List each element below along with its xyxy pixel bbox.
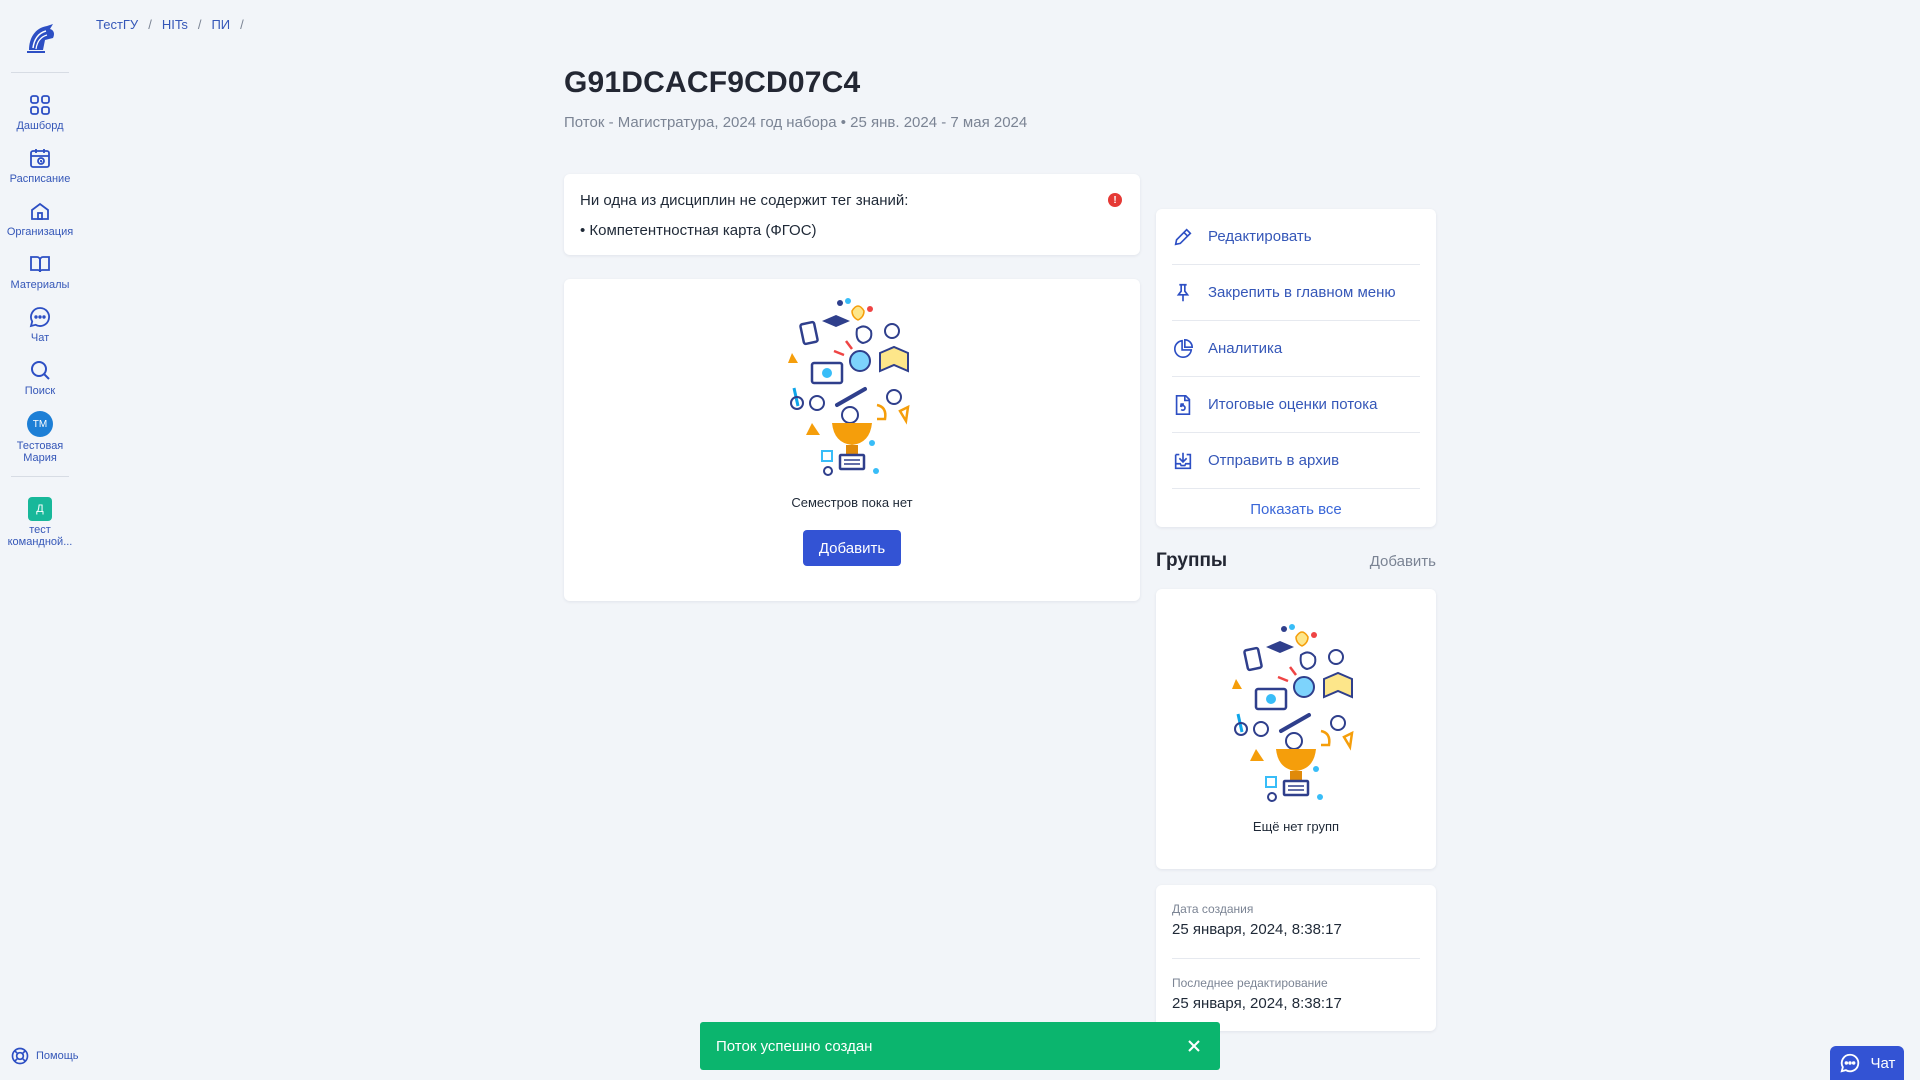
pin-icon (1176, 283, 1190, 301)
action-label: Итоговые оценки потока (1208, 396, 1378, 413)
sidebar-item-dashboard[interactable]: Дашборд (1, 85, 79, 138)
breadcrumb-separator: / (148, 17, 152, 32)
sidebar: Дашборд Расписание Организация Материалы… (0, 0, 80, 1080)
breadcrumb-item[interactable]: HITs (162, 17, 188, 32)
edited-row: Последнее редактирование 25 января, 2024… (1172, 958, 1420, 1031)
grade-document-icon (1175, 394, 1191, 415)
sidebar-item-search[interactable]: Поиск (1, 350, 79, 403)
edited-value: 25 января, 2024, 8:38:17 (1172, 995, 1342, 1012)
breadcrumb-separator: / (240, 17, 244, 32)
created-value: 25 января, 2024, 8:38:17 (1172, 921, 1342, 938)
groups-card: Ещё нет групп (1156, 589, 1436, 869)
action-label: Редактировать (1208, 228, 1312, 245)
sidebar-item-label: Материалы (10, 279, 70, 291)
action-label: Закрепить в главном меню (1208, 284, 1396, 301)
education-illustration (786, 296, 910, 477)
archive-icon (1174, 452, 1192, 469)
warning-item: • Компетентностная карта (ФГОС) (580, 222, 817, 239)
sidebar-user-name: Тестовая Мария (16, 440, 64, 464)
sidebar-item-profile[interactable]: ТМ Тестовая Мария (1, 403, 79, 470)
groups-empty-text: Ещё нет групп (1252, 819, 1340, 834)
close-icon[interactable] (1184, 1036, 1204, 1056)
book-icon (30, 256, 50, 273)
actions-card: Редактировать Закрепить в главном меню А… (1156, 209, 1436, 527)
semesters-card: Семестров пока нет Добавить (564, 279, 1140, 601)
sidebar-item-organization[interactable]: Организация (1, 191, 79, 244)
breadcrumb: ТестГУ / HITs / ПИ / (96, 17, 244, 32)
sidebar-item-team[interactable]: Д тест командной... (1, 489, 79, 554)
action-label: Аналитика (1208, 340, 1283, 357)
sidebar-item-label: Расписание (9, 173, 71, 185)
groups-title: Группы (1156, 550, 1228, 571)
home-icon (31, 202, 49, 220)
chat-icon (1840, 1053, 1859, 1073)
success-toast: Поток успешно создан (700, 1022, 1220, 1070)
spartan-helmet-logo[interactable] (20, 18, 60, 58)
sidebar-item-materials[interactable]: Материалы (1, 244, 79, 297)
help-label: Помощь (36, 1050, 79, 1062)
action-label: Отправить в архив (1208, 452, 1340, 469)
page-title: G91DCACF9CD07C4 (564, 66, 861, 99)
sidebar-item-label: Поиск (24, 385, 56, 397)
add-group-button[interactable]: Добавить (1370, 553, 1436, 570)
toast-text: Поток успешно создан (716, 1037, 873, 1055)
breadcrumb-separator: / (197, 17, 202, 32)
final-grades-action[interactable]: Итоговые оценки потока (1172, 377, 1420, 433)
add-semester-button[interactable]: Добавить (803, 530, 901, 566)
education-illustration (1230, 622, 1354, 803)
semesters-empty-text: Семестров пока нет (791, 495, 913, 510)
knowledge-tag-warning: Ни одна из дисциплин не содержит тег зна… (564, 174, 1140, 255)
chat-button[interactable]: Чат (1830, 1046, 1904, 1080)
sidebar-team-name: тест командной... (7, 524, 73, 548)
help-link[interactable]: Помощь (10, 1046, 79, 1066)
chat-icon (29, 307, 50, 328)
breadcrumb-item[interactable]: ПИ (211, 17, 230, 32)
edited-label: Последнее редактирование (1172, 976, 1328, 990)
pencil-icon (1174, 227, 1192, 245)
sidebar-item-schedule[interactable]: Расписание (1, 138, 79, 191)
lifebuoy-icon (11, 1047, 29, 1065)
sidebar-divider (11, 476, 69, 477)
breadcrumb-item[interactable]: ТестГУ (96, 17, 138, 32)
page-subtitle: Поток - Магистратура, 2024 год набора • … (564, 114, 1028, 131)
chat-button-label: Чат (1870, 1054, 1896, 1072)
dashboard-icon (30, 95, 50, 115)
meta-card: Дата создания 25 января, 2024, 8:38:17 П… (1156, 885, 1436, 1031)
sidebar-item-chat[interactable]: Чат (1, 297, 79, 350)
analytics-action[interactable]: Аналитика (1172, 321, 1420, 377)
archive-action[interactable]: Отправить в архив (1172, 433, 1420, 489)
show-all-link[interactable]: Показать все (1156, 489, 1436, 518)
search-icon (31, 361, 50, 380)
error-icon: ! (1108, 193, 1122, 207)
sidebar-item-label: Дашборд (16, 120, 64, 132)
warning-text: Ни одна из дисциплин не содержит тег зна… (580, 192, 909, 209)
groups-header: Группы Добавить (1156, 550, 1436, 572)
avatar: ТМ (27, 411, 53, 437)
calendar-icon (30, 149, 50, 168)
created-label: Дата создания (1172, 902, 1254, 916)
edit-action[interactable]: Редактировать (1172, 209, 1420, 265)
created-row: Дата создания 25 января, 2024, 8:38:17 (1172, 885, 1420, 958)
pin-action[interactable]: Закрепить в главном меню (1172, 265, 1420, 321)
team-badge: Д (28, 497, 52, 521)
sidebar-item-label: Чат (30, 332, 50, 344)
sidebar-item-label: Организация (6, 226, 74, 238)
pie-chart-icon (1173, 338, 1193, 358)
sidebar-divider (11, 72, 69, 73)
